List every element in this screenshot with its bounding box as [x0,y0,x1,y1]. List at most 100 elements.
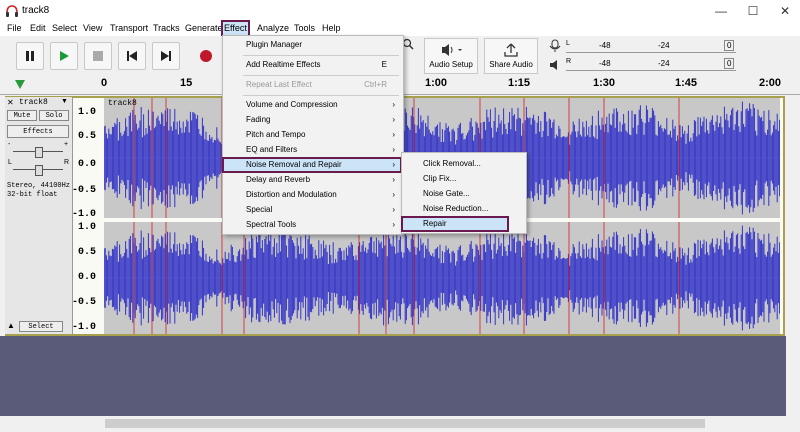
playback-meter-tick: -48 [599,59,611,68]
gain-minus-label: - [8,141,11,148]
close-track-icon[interactable]: ✕ [7,98,14,107]
menu-help[interactable]: Help [321,22,342,35]
menu-item-spectral-tools[interactable]: Spectral Tools › [223,218,401,232]
record-meter[interactable]: L -48 -24 0 [566,40,736,53]
vertical-scrollbar[interactable] [786,96,800,416]
microphone-icon[interactable] [548,39,562,53]
playhead-marker-icon[interactable] [14,79,26,90]
menu-view[interactable]: View [82,22,103,35]
pan-right-label: R [64,159,70,166]
skip-start-button[interactable] [118,42,146,70]
menu-tools[interactable]: Tools [293,22,316,35]
title-bar: track8 — ☐ ✕ [0,0,800,22]
share-audio-button[interactable]: Share Audio [484,38,538,74]
vertical-scale-right-channel[interactable]: 1.0 0.5 0.0 -0.5 -1.0 [72,222,104,334]
track-name[interactable]: track8 [19,98,48,107]
track-format-info: Stereo, 44100Hz 32-bit float [7,182,71,199]
menu-item-fading[interactable]: Fading › [223,113,401,127]
menu-analyze[interactable]: Analyze [256,22,290,35]
waveform-right-channel[interactable] [104,222,780,334]
stop-icon [93,51,103,61]
horizontal-scrollbar[interactable] [0,416,800,432]
record-button[interactable] [192,42,220,70]
audio-setup-label: Audio Setup [429,60,473,69]
mute-button[interactable]: Mute [7,110,37,121]
headphones-icon [6,5,18,17]
select-track-button[interactable]: Select [19,321,63,332]
track-control-panel: ✕ track8 ▼ Mute Solo Effects - + L R Ste… [5,97,73,334]
submenu-arrow-icon: › [392,130,395,139]
submenu-arrow-icon: › [392,205,395,214]
scale-label: -0.5 [72,185,97,196]
scale-label: 0.5 [78,131,97,142]
menu-item-eq-and-filters[interactable]: EQ and Filters › [223,143,401,157]
submenu-arrow-icon: › [392,190,395,199]
submenu-arrow-icon: › [392,160,395,169]
menu-item-volume-and-compression[interactable]: Volume and Compression › [223,98,401,112]
minimize-button[interactable]: — [706,3,736,19]
scale-label: 1.0 [78,107,97,118]
pause-icon [26,51,34,61]
ruler-tick: 15 [180,77,193,89]
vertical-scale-left-channel[interactable]: 1.0 0.5 0.0 -0.5 -1.0 [72,97,104,220]
pause-button[interactable] [16,42,44,70]
effects-button[interactable]: Effects [7,125,69,138]
menu-item-repair[interactable]: Repair [401,216,509,232]
menu-separator [243,55,399,56]
upload-icon [504,43,518,57]
menu-item-noise-removal-and-repair[interactable]: Noise Removal and Repair › [222,157,402,173]
scale-label: -0.5 [72,297,97,308]
play-button[interactable] [50,42,78,70]
menu-item-pitch-and-tempo[interactable]: Pitch and Tempo › [223,128,401,142]
playback-meter-tick: -24 [658,59,670,68]
record-meter-l-label: L [566,40,570,47]
clip-name[interactable]: track8 [108,99,137,108]
empty-track-space[interactable] [0,336,786,416]
menu-item-special[interactable]: Special › [223,203,401,217]
menu-item-noise-gate[interactable]: Noise Gate... [402,187,524,201]
maximize-button[interactable]: ☐ [738,3,768,19]
menu-effect[interactable]: Effect [221,20,250,37]
menu-tracks[interactable]: Tracks [152,22,181,35]
menu-item-noise-reduction[interactable]: Noise Reduction... [402,202,524,216]
skip-end-button[interactable] [152,42,180,70]
menu-separator [243,75,399,76]
scale-label: 1.0 [78,222,97,233]
record-meter-tick: -48 [599,41,611,50]
menu-item-repeat-last-effect: Repeat Last Effect Ctrl+R [246,80,387,89]
close-button[interactable]: ✕ [770,3,800,19]
pan-slider-thumb[interactable] [35,165,43,176]
menu-transport[interactable]: Transport [109,22,149,35]
menu-item-add-realtime-effects[interactable]: Add Realtime Effects E [223,58,401,72]
playback-meter-r-label: R [566,58,572,65]
skip-end-icon [161,51,171,61]
scrollbar-thumb[interactable] [105,419,705,428]
menu-select[interactable]: Select [51,22,78,35]
menu-edit[interactable]: Edit [29,22,47,35]
noise-removal-submenu: Click Removal... Clip Fix... Noise Gate.… [401,152,527,234]
menu-generate[interactable]: Generate [184,22,224,35]
menu-file[interactable]: File [6,22,23,35]
menu-item-distortion-and-modulation[interactable]: Distortion and Modulation › [223,188,401,202]
share-audio-label: Share Audio [489,60,533,69]
playback-meter[interactable]: R -48 -24 0 [566,58,736,71]
skip-start-icon [127,51,137,61]
stop-button[interactable] [84,42,112,70]
menu-item-delay-and-reverb[interactable]: Delay and Reverb › [223,173,401,187]
track-menu-chevron-icon[interactable]: ▼ [61,98,68,105]
solo-button[interactable]: Solo [39,110,69,121]
ruler-tick: 2:00 [759,77,782,89]
menu-item-plugin-manager[interactable]: Plugin Manager [223,38,401,52]
menu-item-clip-fix[interactable]: Clip Fix... [402,172,524,186]
play-icon [60,51,69,61]
scale-label: 0.5 [78,247,97,258]
submenu-arrow-icon: › [392,145,395,154]
speaker-meter-icon[interactable] [548,58,562,72]
ruler-tick: 1:00 [425,77,448,89]
record-icon [200,50,212,62]
menu-item-click-removal[interactable]: Click Removal... [402,157,524,171]
scale-label: -1.0 [72,322,97,333]
audio-setup-button[interactable]: Audio Setup [424,38,478,74]
gain-slider-thumb[interactable] [35,147,43,158]
collapse-track-icon[interactable]: ▲ [7,321,15,330]
